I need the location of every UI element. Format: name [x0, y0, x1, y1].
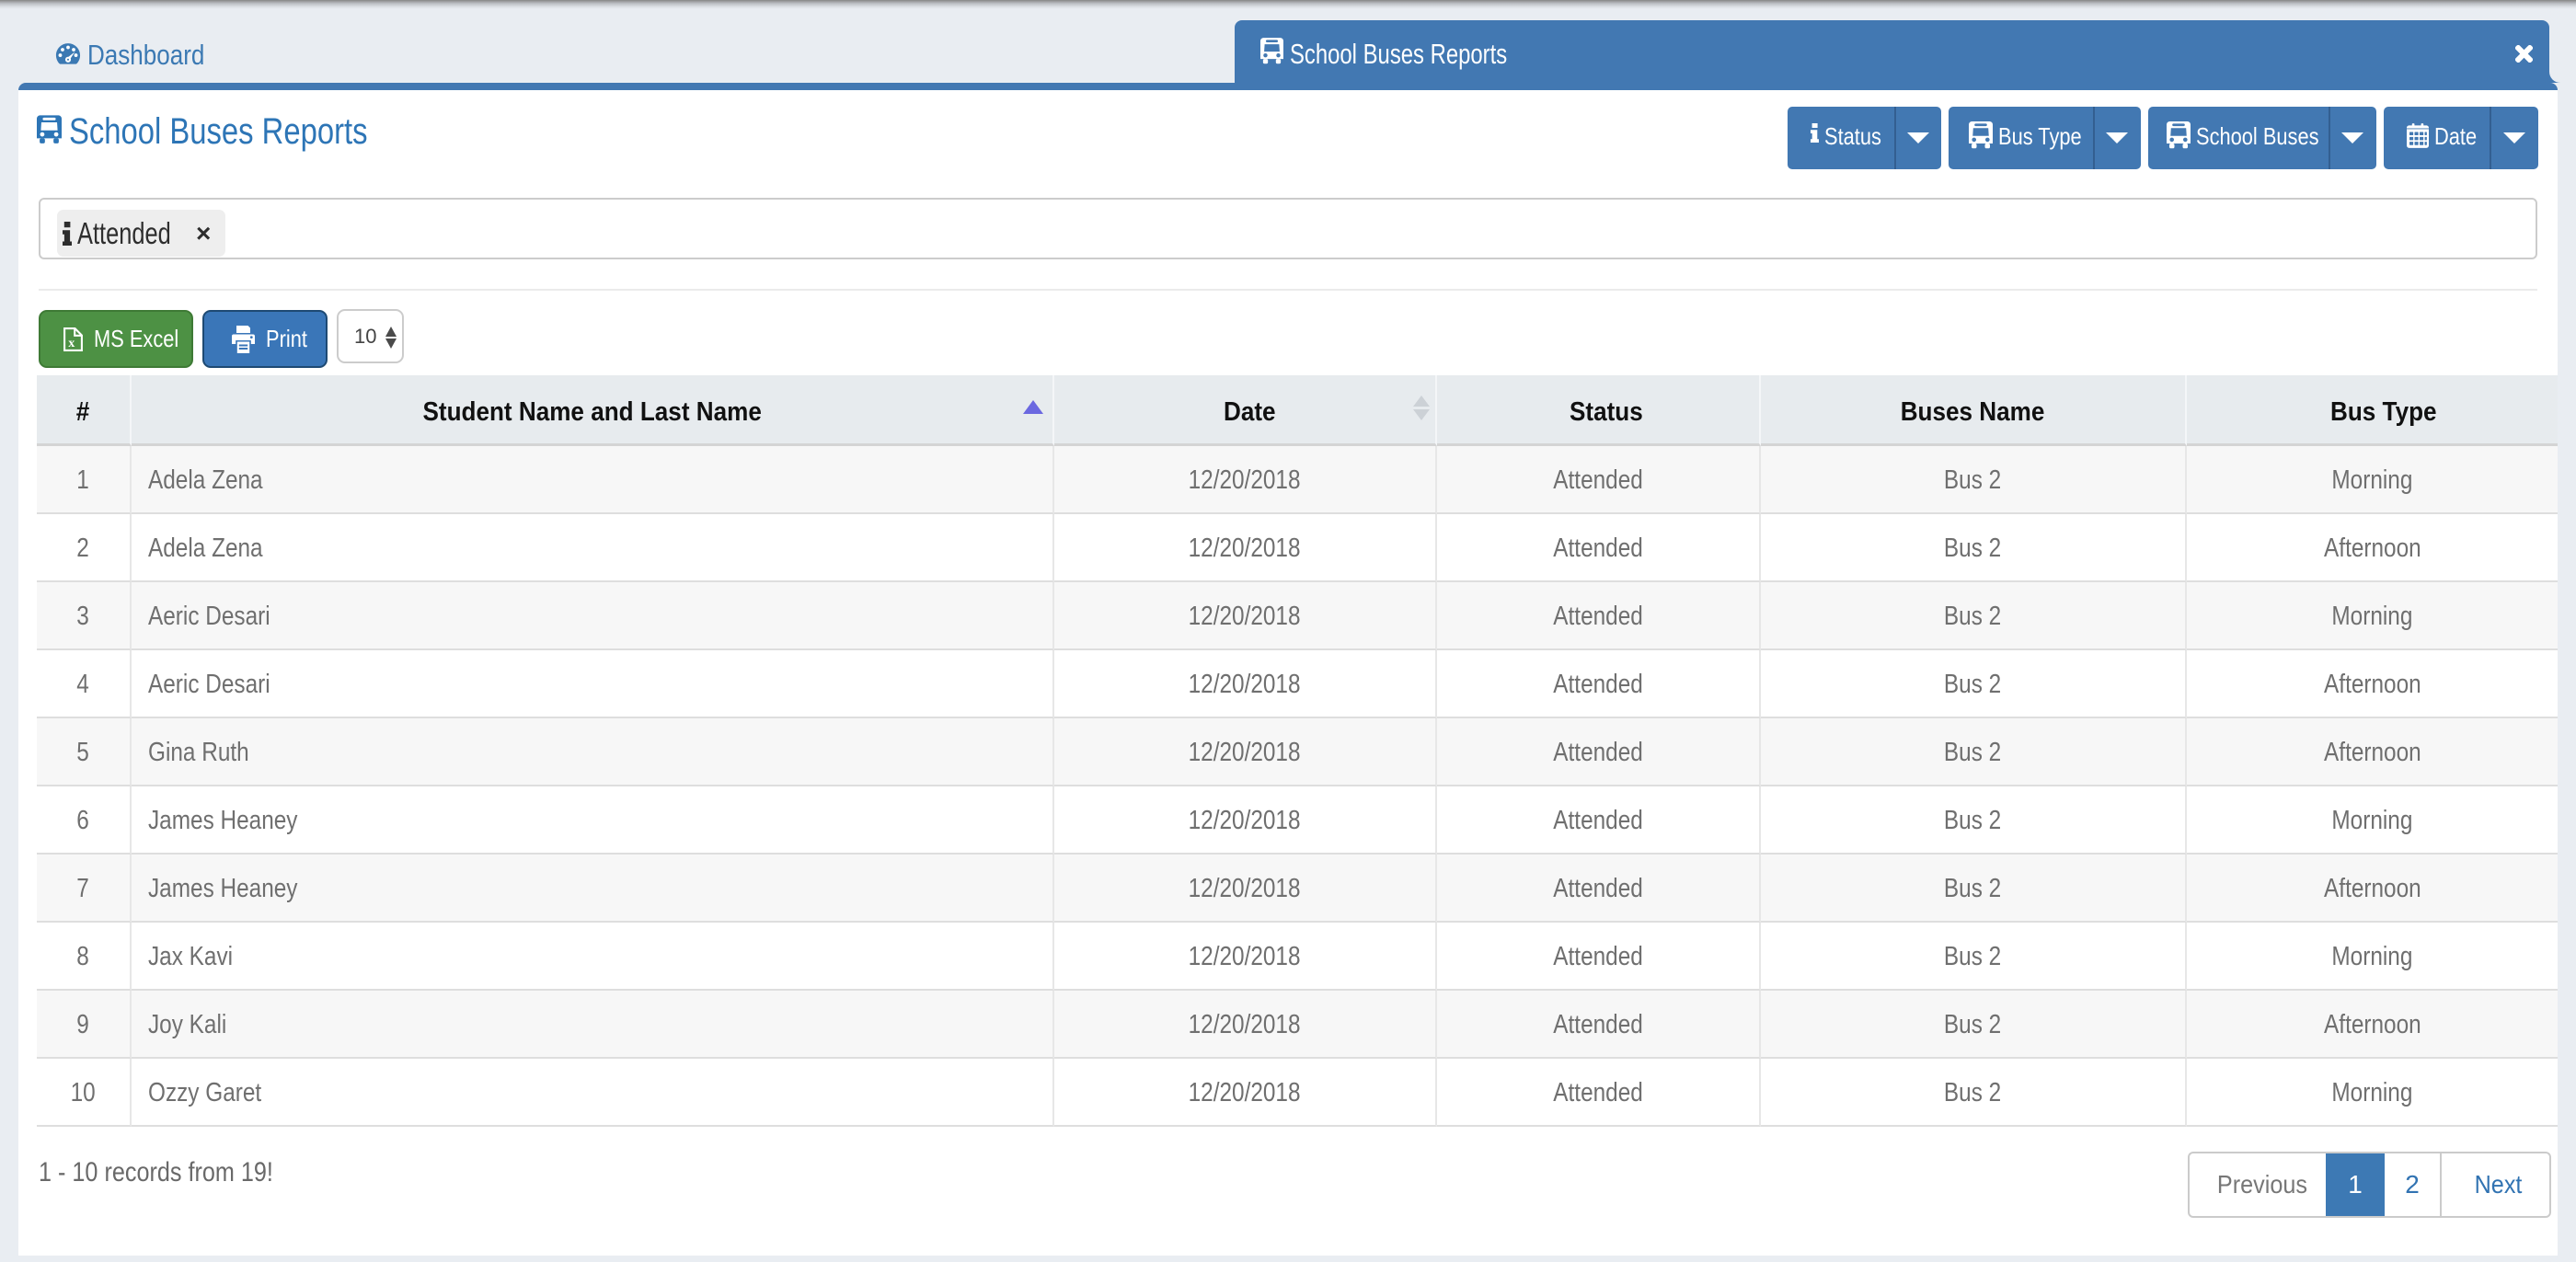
svg-text:x: x: [68, 336, 75, 350]
